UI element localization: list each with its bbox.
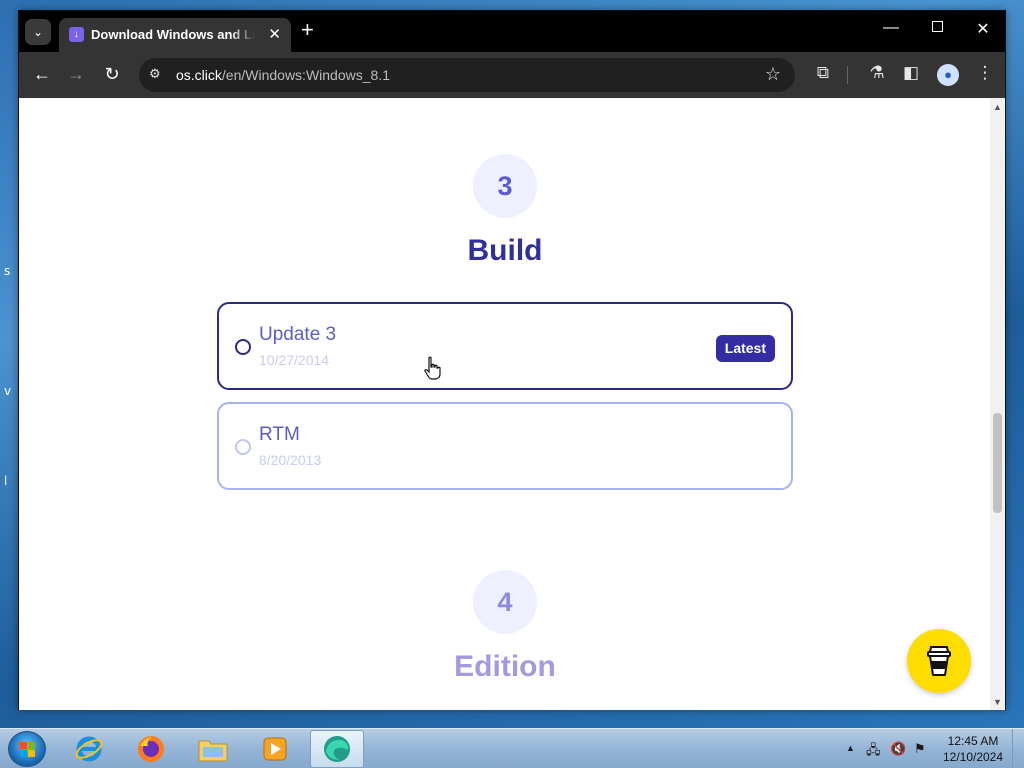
latest-badge: Latest bbox=[715, 335, 775, 362]
buy-me-coffee-button[interactable] bbox=[907, 629, 971, 693]
step-number-badge: 4 bbox=[473, 570, 537, 634]
taskbar: ▲ 🖧 🔇 ⚑ 12:45 AM 12/10/2024 bbox=[0, 728, 1024, 768]
desktop-label-fragment: s bbox=[4, 264, 11, 278]
option-name: RTM bbox=[259, 424, 300, 445]
url-path: /en/Windows:Windows_8.1 bbox=[221, 67, 390, 83]
internet-explorer-icon bbox=[75, 736, 103, 762]
file-explorer-icon bbox=[198, 740, 228, 762]
vertical-scrollbar[interactable]: ▲ ▼ bbox=[990, 98, 1005, 710]
windows-logo-icon bbox=[20, 742, 36, 758]
build-option-update-3[interactable]: Update 3 10/27/2014 Latest bbox=[217, 302, 793, 390]
step-number-badge: 3 bbox=[473, 154, 537, 218]
forward-button[interactable]: → bbox=[65, 64, 87, 85]
radio-button[interactable] bbox=[235, 439, 251, 455]
start-button[interactable] bbox=[8, 731, 46, 767]
chevron-down-icon: ⌄ bbox=[32, 25, 44, 39]
reload-button[interactable]: ↻ bbox=[101, 64, 123, 85]
taskbar-app-media-player[interactable] bbox=[248, 730, 302, 768]
maximize-icon bbox=[931, 21, 943, 32]
toolbar-divider bbox=[847, 66, 848, 84]
volume-muted-icon[interactable]: 🔇 bbox=[890, 741, 906, 757]
section-title-build: Build bbox=[467, 234, 543, 267]
minimize-button[interactable]: — bbox=[871, 19, 911, 37]
radio-button[interactable] bbox=[235, 339, 251, 355]
build-option-rtm[interactable]: RTM 8/20/2013 bbox=[217, 402, 793, 490]
option-name: Update 3 bbox=[259, 324, 337, 345]
desktop-label-fragment: v bbox=[4, 384, 12, 398]
maximize-button[interactable] bbox=[917, 19, 957, 37]
browser-toolbar: ← → ↻ ⚙ os.click/en/Windows:Windows_8.1 … bbox=[19, 52, 1005, 98]
taskbar-app-edge[interactable] bbox=[310, 730, 364, 768]
kebab-icon[interactable]: ⋮ bbox=[973, 63, 997, 83]
close-icon[interactable]: ✕ bbox=[268, 25, 281, 43]
download-icon: ↓ bbox=[69, 27, 84, 42]
option-date: 10/27/2014 bbox=[259, 352, 330, 368]
option-date: 8/20/2013 bbox=[259, 452, 322, 468]
section-title-edition: Edition bbox=[454, 650, 556, 683]
address-bar[interactable]: ⚙ os.click/en/Windows:Windows_8.1 ☆ bbox=[139, 58, 795, 92]
system-clock[interactable]: 12:45 AM 12/10/2024 bbox=[938, 733, 1008, 765]
profile-icon[interactable]: ● bbox=[937, 64, 959, 86]
tab-list-button[interactable]: ⌄ bbox=[25, 19, 51, 45]
close-window-button[interactable]: ✕ bbox=[963, 19, 1003, 39]
show-desktop-button[interactable] bbox=[1012, 729, 1024, 768]
edge-browser-icon bbox=[324, 736, 350, 762]
tune-icon[interactable]: ⚙ bbox=[149, 66, 161, 82]
clock-time: 12:45 AM bbox=[947, 734, 999, 748]
url-text[interactable]: os.click/en/Windows:Windows_8.1 bbox=[176, 67, 390, 83]
media-player-icon bbox=[263, 737, 287, 761]
taskbar-app-file-explorer[interactable] bbox=[186, 730, 240, 768]
scroll-down-icon[interactable]: ▼ bbox=[993, 697, 1002, 707]
browser-window: ⌄ ↓ Download Windows and Linux ✕ + — ✕ ←… bbox=[18, 10, 1006, 710]
taskbar-app-internet-explorer[interactable] bbox=[62, 730, 116, 768]
scroll-thumb[interactable] bbox=[993, 413, 1002, 513]
hand-cursor-icon bbox=[424, 356, 441, 380]
tab-active[interactable]: ↓ Download Windows and Linux ✕ bbox=[59, 18, 291, 52]
star-icon[interactable]: ☆ bbox=[765, 64, 781, 85]
coffee-cup-icon bbox=[927, 646, 951, 676]
action-center-flag-icon[interactable]: ⚑ bbox=[914, 741, 926, 757]
new-tab-button[interactable]: + bbox=[301, 19, 314, 41]
scroll-up-icon[interactable]: ▲ bbox=[993, 102, 1002, 112]
firefox-icon bbox=[138, 736, 164, 762]
url-host: os.click bbox=[176, 67, 222, 83]
network-icon[interactable]: 🖧 bbox=[866, 741, 881, 763]
back-button[interactable]: ← bbox=[31, 64, 53, 85]
tab-title: Download Windows and Linux bbox=[91, 27, 255, 42]
sidepanel-icon[interactable]: ◧ bbox=[899, 63, 923, 83]
desktop-label-fragment: l bbox=[4, 474, 8, 488]
page-content: 3 Build Update 3 10/27/2014 Latest RTM 8… bbox=[19, 98, 991, 710]
clock-date: 12/10/2024 bbox=[942, 750, 1004, 764]
puzzle-icon[interactable]: ⧉ bbox=[811, 63, 835, 83]
taskbar-app-firefox[interactable] bbox=[124, 730, 178, 768]
flask-icon[interactable]: ⚗ bbox=[865, 63, 889, 83]
show-hidden-icons-icon[interactable]: ▲ bbox=[846, 743, 855, 753]
tab-strip: ⌄ ↓ Download Windows and Linux ✕ + — ✕ bbox=[19, 11, 1005, 52]
